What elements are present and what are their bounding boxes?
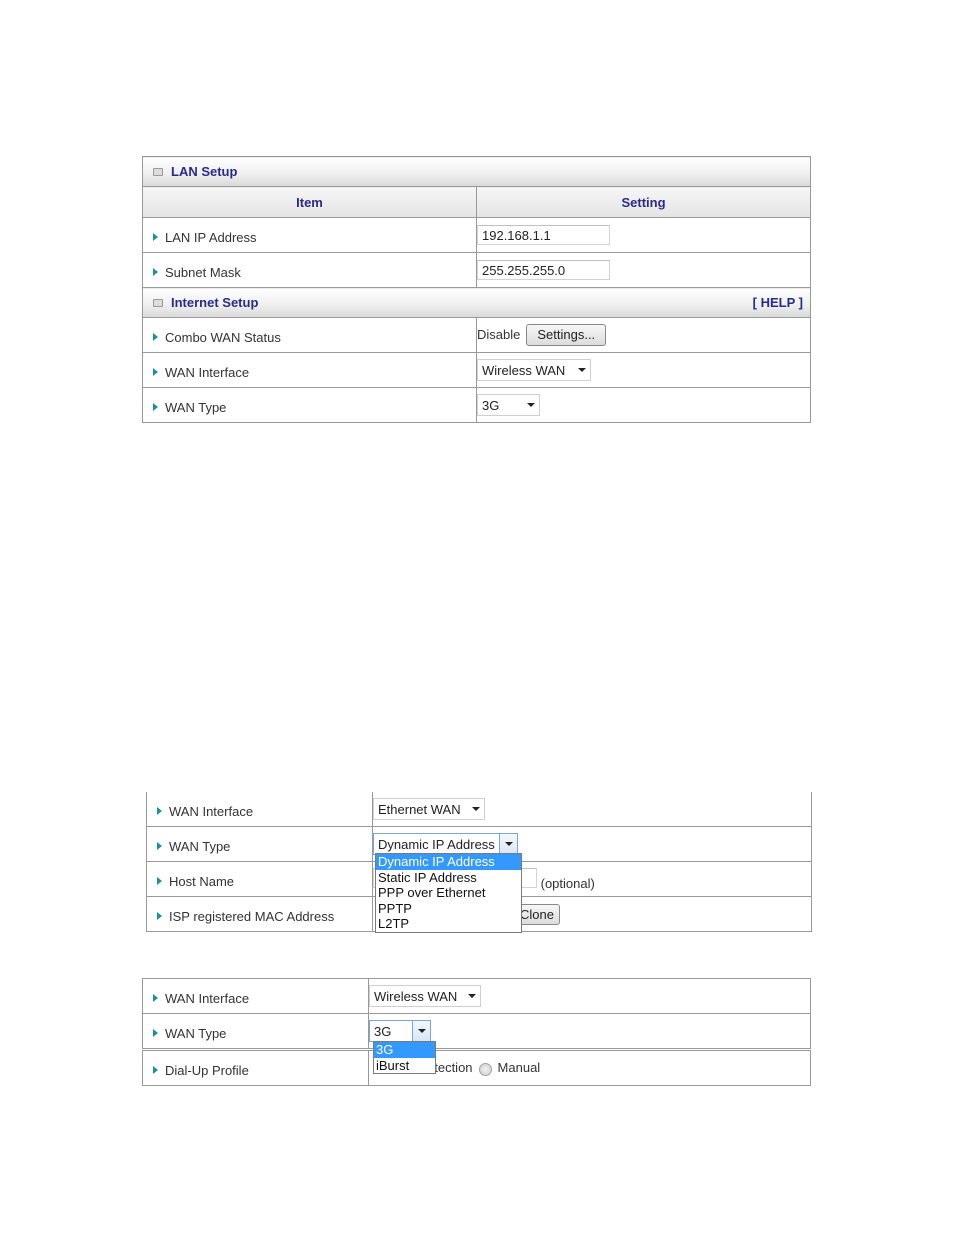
column-setting: Setting bbox=[476, 186, 811, 218]
wan-interface-select[interactable]: Ethernet WAN bbox=[373, 798, 485, 820]
combo-wan-status: Disable bbox=[477, 327, 521, 342]
wan-interface-value: Wireless WAN bbox=[482, 362, 566, 378]
dialup-profile-label: Dial-Up Profile bbox=[165, 1062, 249, 1078]
wan-type-select[interactable]: 3G bbox=[477, 394, 540, 416]
wan-type-row: WAN Type 3G bbox=[142, 387, 811, 423]
mac-address-label: ISP registered MAC Address bbox=[169, 908, 335, 924]
combo-wan-row: Combo WAN Status Disable Settings... bbox=[142, 317, 811, 353]
chevron-down-icon bbox=[504, 842, 513, 846]
wan-interface-label: WAN Interface bbox=[165, 364, 250, 380]
bullet-arrow-icon bbox=[153, 333, 158, 341]
wan-interface-select[interactable]: Wireless WAN bbox=[369, 985, 481, 1007]
bullet-arrow-icon bbox=[153, 1029, 158, 1037]
help-link[interactable]: [ HELP ] bbox=[753, 295, 810, 310]
wan-type-select[interactable]: Dynamic IP Address bbox=[373, 833, 518, 855]
combo-wan-label: Combo WAN Status bbox=[165, 329, 281, 345]
subnet-mask-input[interactable]: 255.255.255.0 bbox=[477, 260, 610, 280]
lan-ip-input[interactable]: 192.168.1.1 bbox=[477, 225, 610, 245]
wan-interface-value: Wireless WAN bbox=[374, 988, 458, 1004]
chevron-down-icon bbox=[468, 994, 476, 998]
wan-type-value: 3G bbox=[482, 397, 500, 413]
wan-type-value: 3G bbox=[374, 1023, 392, 1039]
section-icon bbox=[153, 167, 163, 176]
lan-internet-setup-panel: LAN Setup Item Setting LAN IP Address 19… bbox=[142, 156, 811, 423]
chevron-down-icon bbox=[578, 368, 586, 372]
bullet-arrow-icon bbox=[157, 877, 162, 885]
option-l2tp[interactable]: L2TP bbox=[376, 916, 521, 932]
bullet-arrow-icon bbox=[153, 233, 158, 241]
wan-type-dropdown-list[interactable]: Dynamic IP Address Static IP Address PPP… bbox=[375, 853, 522, 933]
option-iburst[interactable]: iBurst bbox=[374, 1058, 435, 1074]
host-name-hint: (optional) bbox=[540, 875, 595, 891]
bullet-arrow-icon bbox=[153, 268, 158, 276]
option-dynamic-ip[interactable]: Dynamic IP Address bbox=[376, 854, 521, 870]
option-static-ip[interactable]: Static IP Address bbox=[376, 870, 521, 886]
chevron-down-icon bbox=[472, 807, 480, 811]
column-header-row: Item Setting bbox=[142, 186, 811, 218]
wan-interface-row: WAN Interface Wireless WAN bbox=[142, 978, 811, 1014]
wan-interface-value: Ethernet WAN bbox=[378, 801, 461, 817]
wireless-wan-panel: WAN Interface Wireless WAN WAN Type 3G D… bbox=[142, 978, 811, 1086]
option-3g[interactable]: 3G bbox=[374, 1042, 435, 1058]
wan-type-dropdown-list[interactable]: 3G iBurst bbox=[373, 1041, 436, 1074]
dropdown-button[interactable] bbox=[499, 834, 517, 854]
wan-type-label: WAN Type bbox=[165, 399, 227, 415]
dropdown-button[interactable] bbox=[412, 1021, 430, 1041]
wan-type-select[interactable]: 3G bbox=[369, 1020, 431, 1042]
lan-ip-label: LAN IP Address bbox=[165, 229, 257, 245]
internet-setup-title: Internet Setup bbox=[171, 295, 259, 310]
manual-label: Manual bbox=[497, 1060, 541, 1076]
wan-type-row: WAN Type 3G bbox=[142, 1013, 811, 1051]
wan-type-label: WAN Type bbox=[169, 838, 231, 854]
lan-ip-row: LAN IP Address 192.168.1.1 bbox=[142, 217, 811, 253]
column-item: Item bbox=[142, 186, 477, 218]
bullet-arrow-icon bbox=[153, 368, 158, 376]
wan-type-value: Dynamic IP Address bbox=[378, 836, 495, 852]
bullet-arrow-icon bbox=[153, 1066, 158, 1074]
settings-button[interactable]: Settings... bbox=[526, 324, 607, 346]
option-pppoe[interactable]: PPP over Ethernet bbox=[376, 885, 521, 901]
wan-interface-label: WAN Interface bbox=[169, 803, 254, 819]
section-icon bbox=[153, 298, 163, 307]
bullet-arrow-icon bbox=[153, 994, 158, 1002]
bullet-arrow-icon bbox=[157, 842, 162, 850]
chevron-down-icon bbox=[527, 403, 535, 407]
lan-setup-header: LAN Setup bbox=[142, 156, 811, 187]
option-pptp[interactable]: PPTP bbox=[376, 901, 521, 917]
host-name-label: Host Name bbox=[169, 873, 235, 889]
internet-setup-header: Internet Setup [ HELP ] bbox=[142, 287, 811, 318]
wan-type-label: WAN Type bbox=[165, 1025, 227, 1041]
bullet-arrow-icon bbox=[157, 807, 162, 815]
subnet-mask-label: Subnet Mask bbox=[165, 264, 241, 280]
chevron-down-icon bbox=[417, 1029, 426, 1033]
wan-interface-row: WAN Interface Ethernet WAN bbox=[146, 792, 812, 827]
subnet-mask-row: Subnet Mask 255.255.255.0 bbox=[142, 252, 811, 288]
manual-radio[interactable] bbox=[478, 1062, 492, 1076]
lan-setup-title: LAN Setup bbox=[171, 164, 238, 179]
dialup-profile-row: Dial-Up Profile etection Manual bbox=[142, 1049, 811, 1086]
bullet-arrow-icon bbox=[157, 912, 162, 920]
wan-interface-select[interactable]: Wireless WAN bbox=[477, 359, 591, 381]
wan-interface-row: WAN Interface Wireless WAN bbox=[142, 352, 811, 388]
bullet-arrow-icon bbox=[153, 403, 158, 411]
wan-interface-label: WAN Interface bbox=[165, 990, 250, 1006]
